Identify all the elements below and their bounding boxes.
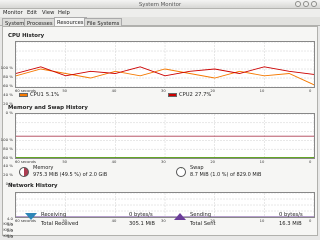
cpu-x-tick: 0	[309, 89, 312, 93]
cpu-y-tick: 60 %	[3, 83, 13, 88]
memory-x-tick: 40	[111, 160, 117, 164]
cpu1-label: CPU1	[30, 92, 44, 98]
memory-y-tick: 100 %	[0, 137, 13, 142]
cpu2-legend: CPU2 27.7%	[168, 92, 211, 98]
swap-info: Swap 8.7 MiB (1.0 %) of 829.0 MiB	[190, 165, 262, 178]
memory-x-tick: 20	[210, 160, 216, 164]
cpu2-series-line	[15, 66, 315, 77]
total-sent-value: 16.3 MiB	[279, 221, 302, 227]
memory-x-tick: 10	[259, 160, 265, 164]
window-title: System Monitor	[138, 1, 182, 8]
network-x-tick: 40	[111, 219, 117, 223]
cpu-y-tick: 40 %	[3, 92, 13, 97]
tab-bar: System Processes Resources File Systems	[0, 17, 320, 27]
cpu2-label: CPU2	[179, 92, 193, 98]
cpu-x-tick: 30	[161, 89, 166, 93]
memory-x-tick: 30	[161, 160, 166, 164]
swap-value: 8.7 MiB (1.0 %) of 829.0 MiB	[190, 171, 262, 178]
network-x-tick: 10	[259, 219, 265, 223]
sending-value: 0 bytes/s	[279, 212, 303, 218]
total-sent-label: Total Sent	[190, 221, 216, 227]
maximize-icon[interactable]	[303, 1, 309, 7]
cpu1-value: 5.1%	[45, 92, 60, 98]
memory-pie-icon[interactable]	[19, 167, 29, 177]
menu-edit[interactable]: Edit	[27, 10, 37, 16]
memory-graph	[15, 113, 315, 159]
cpu-x-tick: 40	[111, 89, 117, 93]
cpu-x-tick: 50	[62, 89, 68, 93]
swap-pie-icon[interactable]	[176, 167, 186, 177]
memory-y-tick: 40 %	[3, 163, 13, 169]
memory-y-tick: 60 %	[3, 154, 13, 160]
cpu-history-title: CPU History	[8, 33, 45, 39]
menu-view[interactable]: View	[42, 10, 54, 16]
total-received-value: 305.1 MiB	[129, 221, 155, 227]
receiving-value: 0 bytes/s	[129, 212, 153, 218]
memory-x-tick: 60 seconds	[15, 160, 36, 164]
memory-history-title: Memory and Swap History	[8, 105, 88, 111]
cpu1-color-swatch[interactable]	[19, 93, 28, 97]
network-history-title: Network History	[8, 183, 58, 189]
receiving-arrow-icon	[25, 213, 37, 220]
network-x-tick: 30	[161, 219, 166, 223]
menu-monitor[interactable]: Monitor	[3, 10, 23, 16]
memory-y-tick: 80 %	[3, 145, 13, 151]
cpu1-legend: CPU1 5.1%	[19, 92, 59, 98]
minimize-icon[interactable]	[295, 1, 301, 7]
menu-bar: Monitor Edit View Help	[0, 9, 320, 17]
total-received-label: Total Received	[41, 221, 79, 227]
cpu2-value: 27.7%	[194, 92, 212, 98]
memory-value: 975.3 MiB (49.5 %) of 2.0 GiB	[33, 171, 108, 178]
tab-resources[interactable]: Resources	[54, 17, 87, 26]
tab-file-systems[interactable]: File Systems	[84, 18, 123, 27]
close-icon[interactable]	[311, 1, 317, 7]
cpu-y-tick: 80 %	[3, 74, 13, 79]
memory-x-tick: 0	[309, 160, 312, 164]
menu-help[interactable]: Help	[58, 10, 70, 16]
network-x-tick: 0	[309, 219, 312, 223]
sending-label: Sending	[190, 212, 212, 218]
cpu2-color-swatch[interactable]	[168, 93, 177, 97]
sending-arrow-icon	[174, 213, 186, 220]
tab-processes[interactable]: Processes	[24, 18, 56, 27]
cpu-y-tick: 100 %	[0, 65, 13, 70]
receiving-label: Receiving	[41, 212, 67, 218]
memory-x-tick: 50	[62, 160, 68, 164]
window-titlebar[interactable]: System Monitor	[0, 0, 320, 9]
memory-y-tick: 20 %	[3, 172, 13, 178]
memory-info: Memory 975.3 MiB (49.5 %) of 2.0 GiB	[33, 165, 107, 178]
resources-panel: CPU History 100 % 80 % 60 % 40 % 20 % 0 % 60 …	[0, 26, 318, 240]
cpu-x-tick: 10	[259, 89, 265, 93]
cpu-graph	[15, 41, 315, 88]
